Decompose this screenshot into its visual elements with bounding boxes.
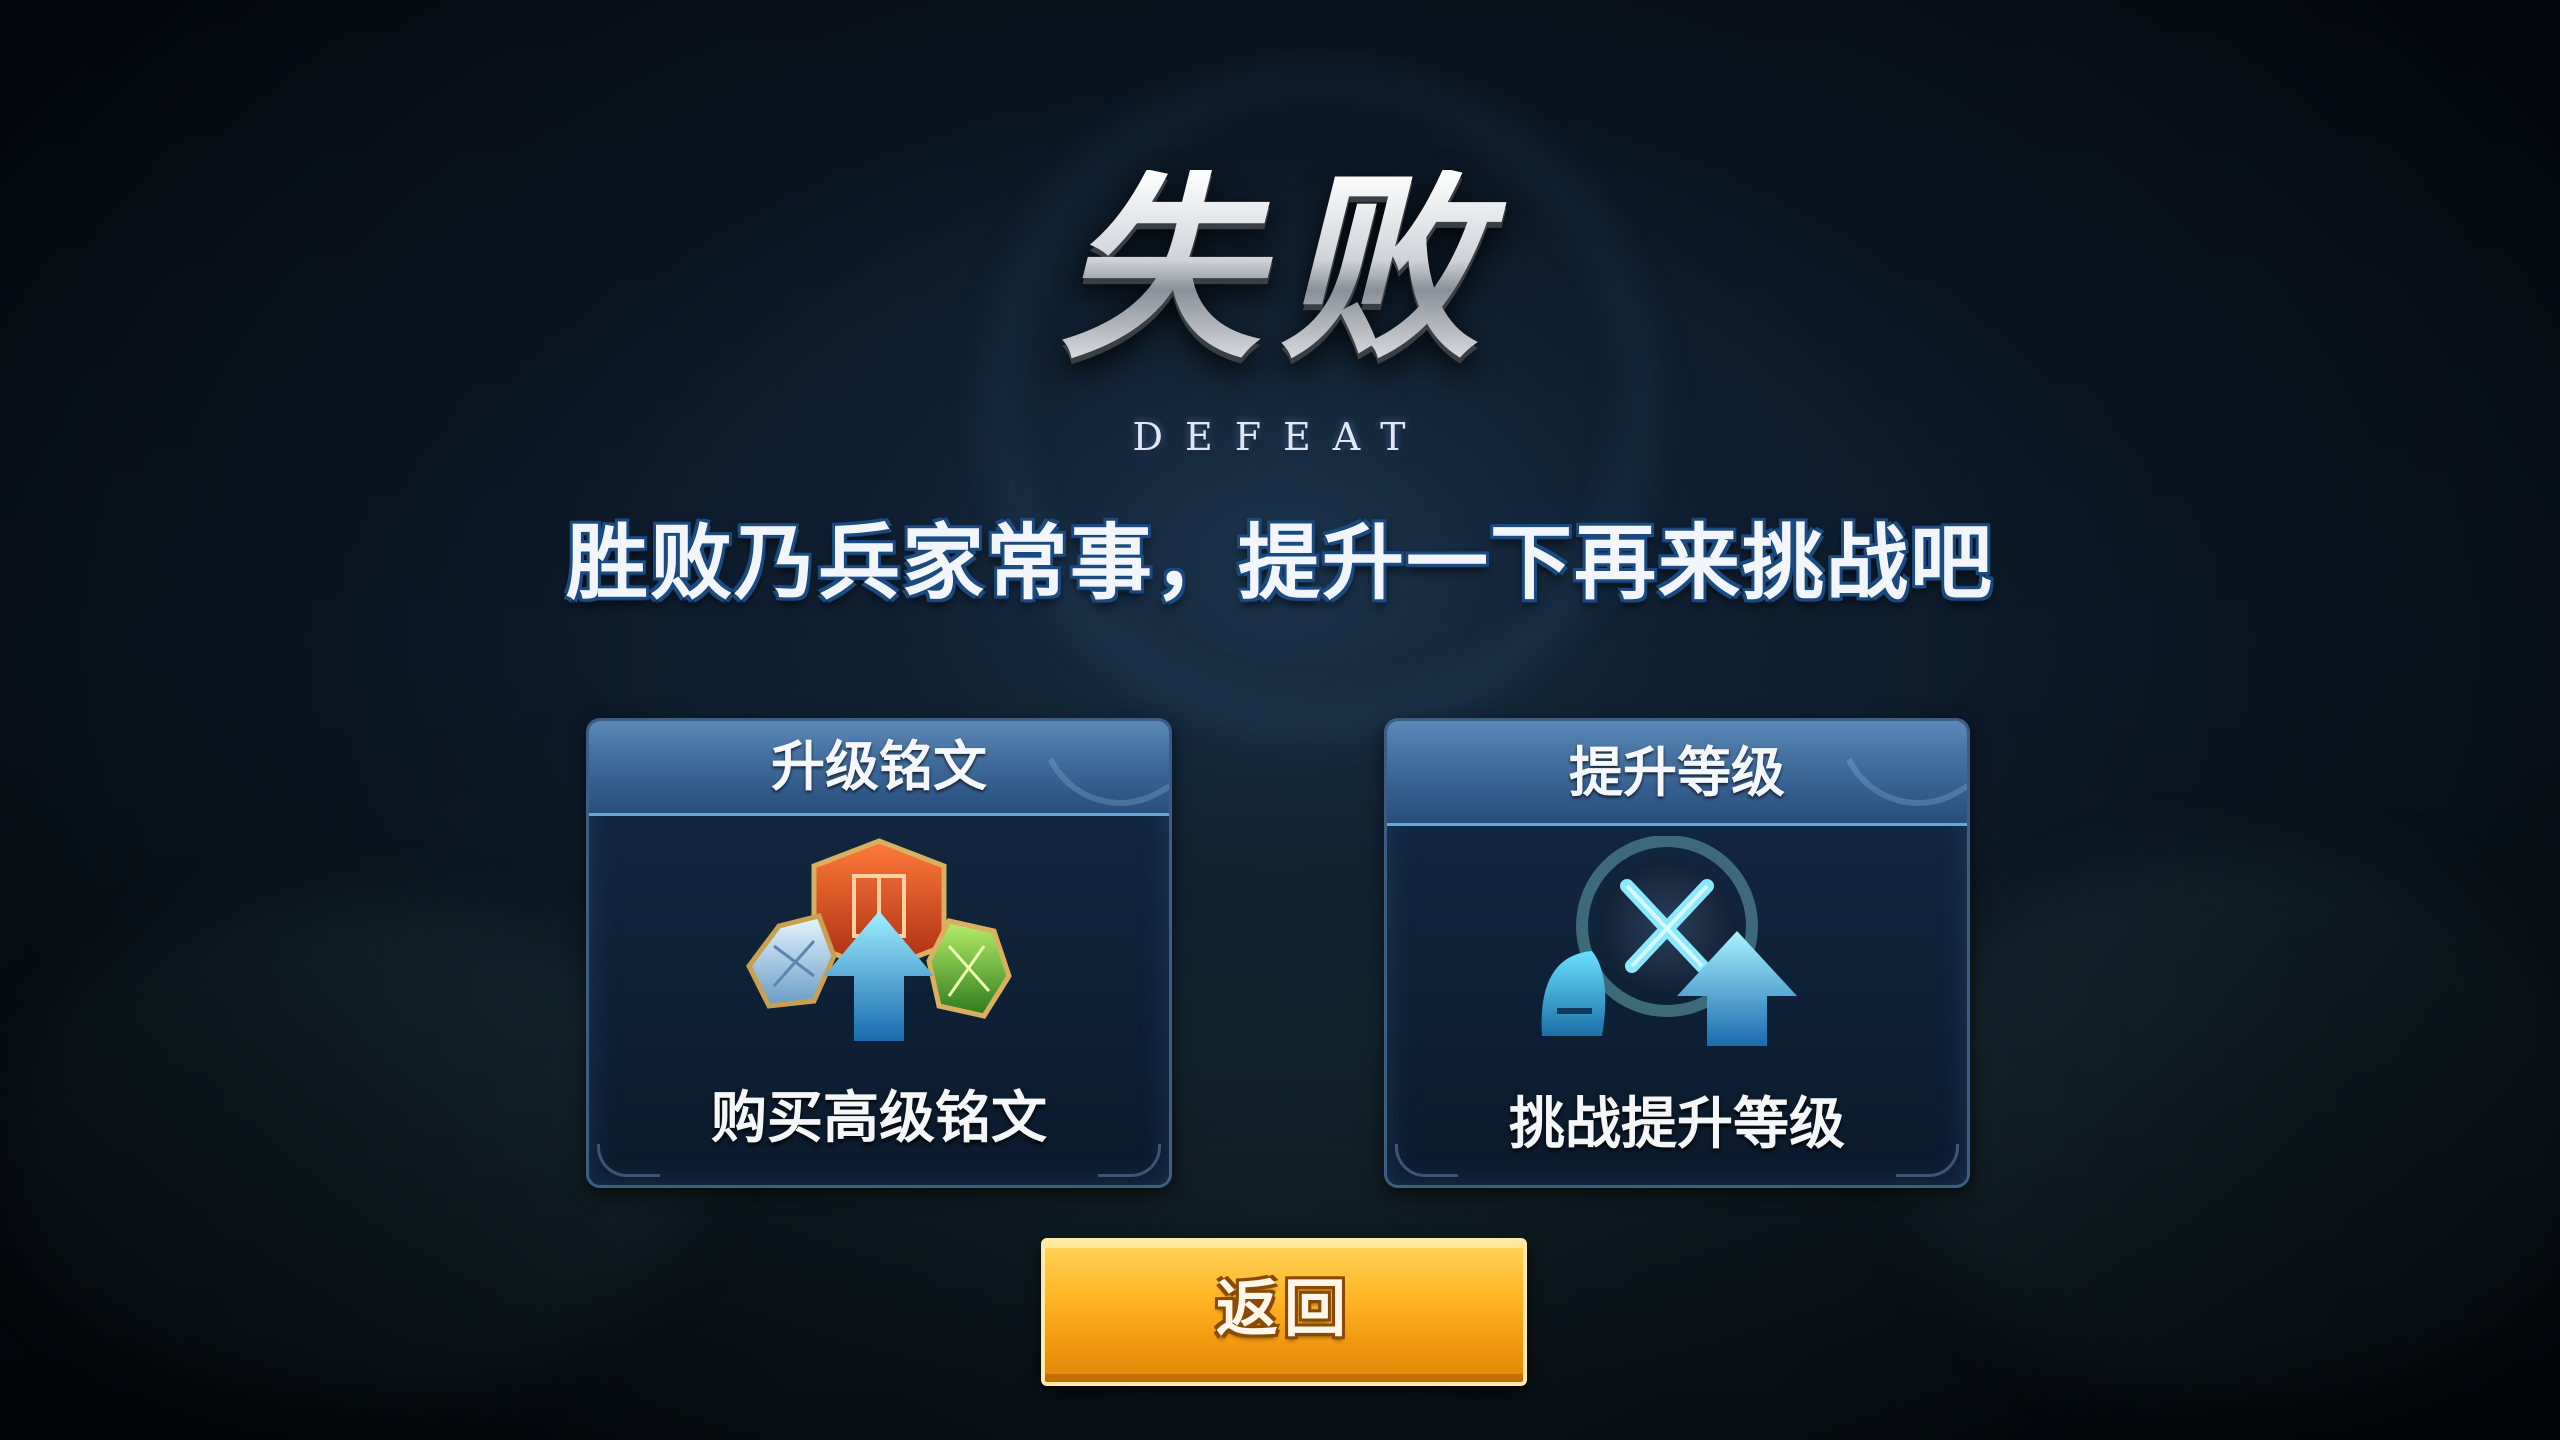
card-header: 提升等级 bbox=[1387, 721, 1967, 836]
level-up-card[interactable]: 提升等级 挑战提升等级 bbox=[1384, 718, 1970, 1188]
card-corner-ornament bbox=[1098, 1144, 1161, 1177]
upgrade-inscription-card[interactable]: 升级铭文 购买高级铭文 bbox=[586, 718, 1172, 1188]
card-corner-ornament bbox=[1896, 1144, 1959, 1177]
card-corner-ornament bbox=[597, 1144, 660, 1177]
defeat-subtitle-en: DEFEAT bbox=[1132, 415, 1428, 459]
card-corner-ornament bbox=[1395, 1144, 1458, 1177]
header-ornament bbox=[1047, 721, 1169, 836]
defeat-screen: 失败 DEFEAT 胜败乃兵家常事，提升一下再来挑战吧 升级铭文 购买高级铭文 … bbox=[0, 0, 2560, 1440]
card-action-label: 购买高级铭文 bbox=[711, 1086, 1047, 1151]
defeat-title: 失败 bbox=[0, 170, 2560, 370]
background-glow-right bbox=[1900, 850, 2560, 1400]
header-ornament bbox=[1845, 721, 1967, 836]
inscription-upgrade-icon bbox=[746, 838, 1012, 1041]
card-action-label: 挑战提升等级 bbox=[1509, 1092, 1845, 1157]
card-header: 升级铭文 bbox=[589, 721, 1169, 836]
defeat-tagline: 胜败乃兵家常事，提升一下再来挑战吧 bbox=[565, 516, 1994, 611]
return-button[interactable]: 返回 bbox=[1041, 1238, 1527, 1386]
card-header-label: 提升等级 bbox=[1569, 741, 1785, 804]
card-header-label: 升级铭文 bbox=[771, 735, 987, 798]
level-up-icon bbox=[1541, 836, 1797, 1046]
